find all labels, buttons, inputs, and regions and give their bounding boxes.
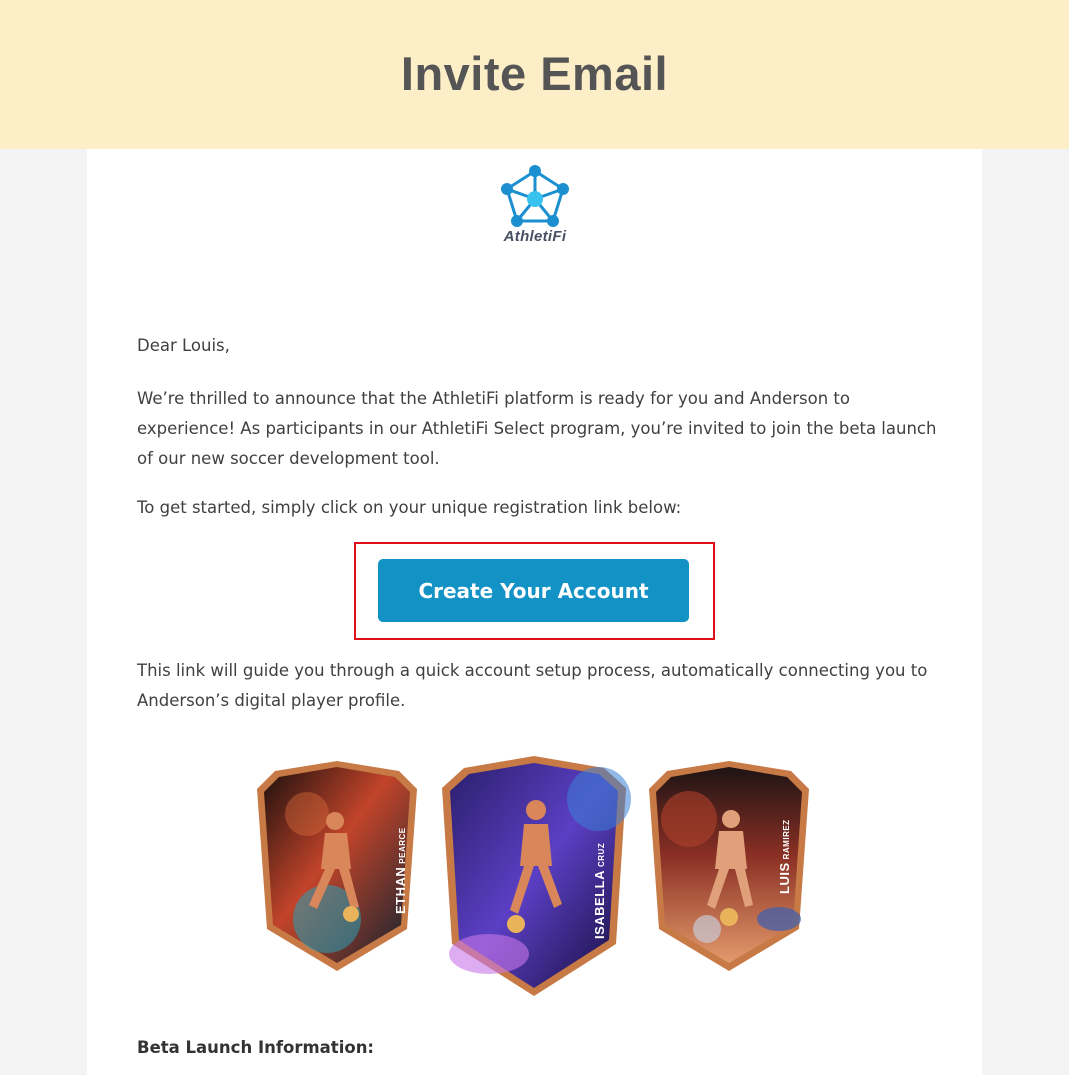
email-instruction-paragraph: To get started, simply click on your uni… <box>137 498 682 517</box>
athletifi-logo: AthletiFi <box>487 165 583 251</box>
create-account-button[interactable]: Create Your Account <box>378 559 689 622</box>
card-last-name: CRUZ <box>597 842 606 867</box>
player-card: ISABELLA CRUZ <box>434 754 634 999</box>
page-banner: Invite Email <box>0 0 1069 149</box>
card-last-name: RAMIREZ <box>782 819 791 860</box>
email-greeting: Dear Louis, <box>137 336 230 355</box>
card-last-name: PEARCE <box>398 827 407 864</box>
email-followup-paragraph: This link will guide you through a quick… <box>137 661 928 710</box>
card-player-name: ISABELLA CRUZ <box>592 843 607 939</box>
email-intro-paragraph: We’re thrilled to announce that the Athl… <box>137 389 937 468</box>
player-card: ETHAN PEARCE <box>247 759 427 974</box>
email-body: AthletiFi Dear Louis, We’re thrilled to … <box>87 149 982 1075</box>
banner-title: Invite Email <box>400 47 669 100</box>
card-player-name: ETHAN PEARCE <box>393 827 408 914</box>
network-logo-icon <box>501 165 569 227</box>
card-first-name: LUIS <box>777 862 792 894</box>
player-cards: ETHAN PEARCE ISABELLACRUZ LUISRAMIREZ <box>247 754 822 999</box>
card-player-name: LUIS RAMIREZ <box>777 819 792 894</box>
logo-wordmark: AthletiFi <box>503 228 567 245</box>
beta-launch-heading: Beta Launch Information: <box>137 1038 375 1057</box>
card-first-name: ETHAN <box>393 866 408 914</box>
player-card: LUIS RAMIREZ <box>639 759 819 974</box>
card-first-name: ISABELLA <box>592 870 607 939</box>
